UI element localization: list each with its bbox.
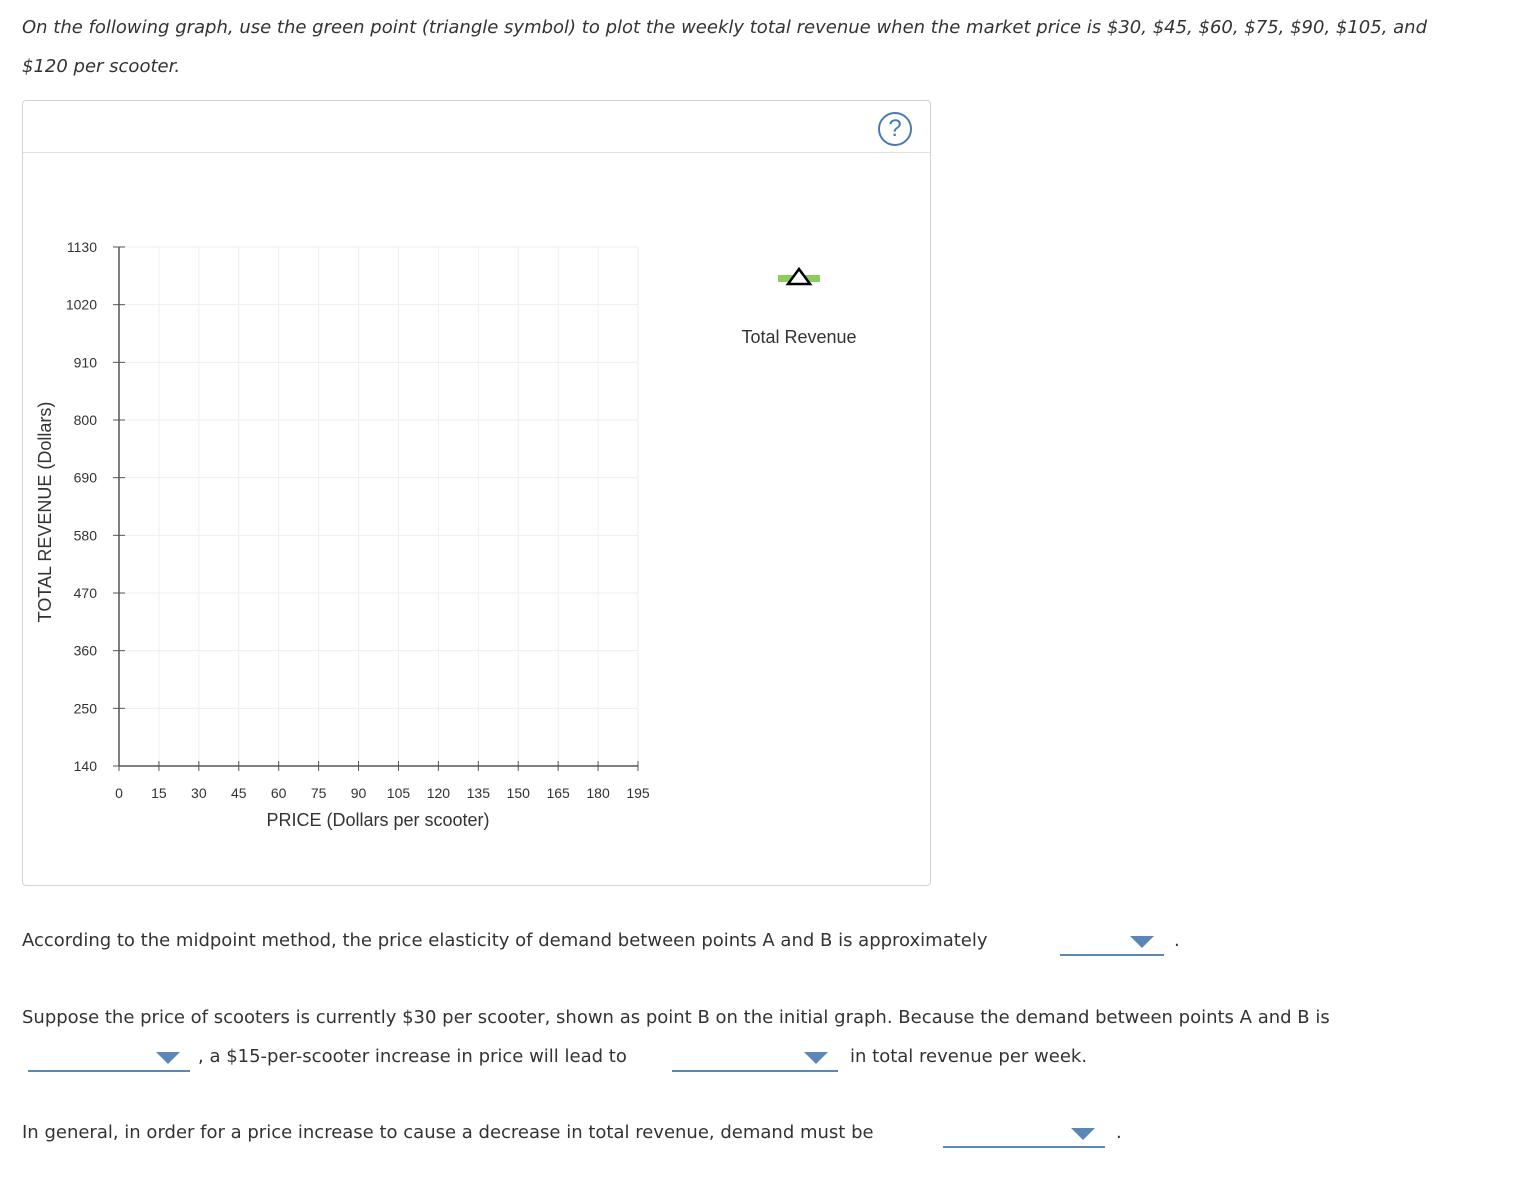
x-tick-label: 195 — [626, 785, 650, 801]
y-tick-label: 250 — [74, 700, 98, 716]
chevron-down-icon — [1071, 1128, 1095, 1140]
question-1-period: . — [1174, 930, 1180, 951]
chart-grid — [119, 246, 639, 766]
x-tick-label: 135 — [467, 785, 491, 801]
revenue-change-dropdown[interactable] — [672, 1044, 838, 1072]
x-tick-label: 45 — [231, 785, 247, 801]
x-tick-label: 120 — [427, 785, 451, 801]
y-tick-label: 800 — [74, 412, 98, 428]
y-tick-label: 470 — [74, 585, 98, 601]
y-tick-label: 910 — [74, 354, 98, 370]
legend-label: Total Revenue — [741, 327, 856, 347]
demand-must-be-dropdown[interactable] — [943, 1120, 1105, 1148]
x-tick-label: 90 — [351, 785, 367, 801]
graph-panel: ? 0 15 30 45 60 75 90 105 120 135 150 165 180 195 140… — [22, 100, 931, 886]
x-tick-label: 105 — [387, 785, 411, 801]
x-tick-label: 150 — [507, 785, 531, 801]
chevron-down-icon — [804, 1052, 828, 1064]
question-2-end: in total revenue per week. — [850, 1046, 1088, 1067]
question-1-text: According to the midpoint method, the pr… — [22, 930, 988, 951]
x-axis-ticks: 0 15 30 45 60 75 90 105 120 135 150 165 180 195 — [115, 761, 650, 801]
question-2-middle: , a $15-per-scooter increase in price wi… — [198, 1046, 627, 1067]
demand-type-dropdown[interactable] — [28, 1044, 190, 1072]
chart-axes — [118, 247, 638, 767]
question-2-text: Suppose the price of scooters is current… — [22, 1007, 1330, 1028]
chevron-down-icon — [156, 1052, 180, 1064]
y-tick-label: 580 — [74, 527, 98, 543]
x-tick-label: 165 — [546, 785, 570, 801]
question-3-text: In general, in order for a price increas… — [22, 1122, 874, 1143]
x-tick-label: 180 — [586, 785, 610, 801]
x-axis-title: PRICE (Dollars per scooter) — [266, 810, 489, 830]
x-tick-label: 15 — [151, 785, 167, 801]
y-tick-label: 1020 — [66, 297, 97, 313]
y-tick-label: 690 — [74, 470, 98, 486]
x-tick-label: 30 — [191, 785, 207, 801]
y-axis-ticks: 140 250 360 470 580 690 800 910 1020 1130 — [66, 239, 125, 774]
instructions-text: On the following graph, use the green po… — [22, 17, 1428, 77]
x-tick-label: 75 — [311, 785, 327, 801]
y-axis-title: TOTAL REVENUE (Dollars) — [35, 402, 55, 623]
y-tick-label: 1130 — [67, 239, 97, 255]
elasticity-dropdown[interactable] — [1060, 928, 1164, 956]
y-tick-label: 140 — [74, 758, 98, 774]
y-tick-label: 360 — [74, 643, 98, 659]
x-tick-label: 60 — [271, 785, 287, 801]
chevron-down-icon — [1130, 936, 1154, 948]
legend-triangle-tool[interactable] — [778, 266, 820, 286]
x-tick-label: 0 — [115, 785, 123, 801]
total-revenue-chart[interactable]: 0 15 30 45 60 75 90 105 120 135 150 165 180 195 140 25… — [23, 101, 930, 885]
question-3-period: . — [1116, 1122, 1122, 1143]
